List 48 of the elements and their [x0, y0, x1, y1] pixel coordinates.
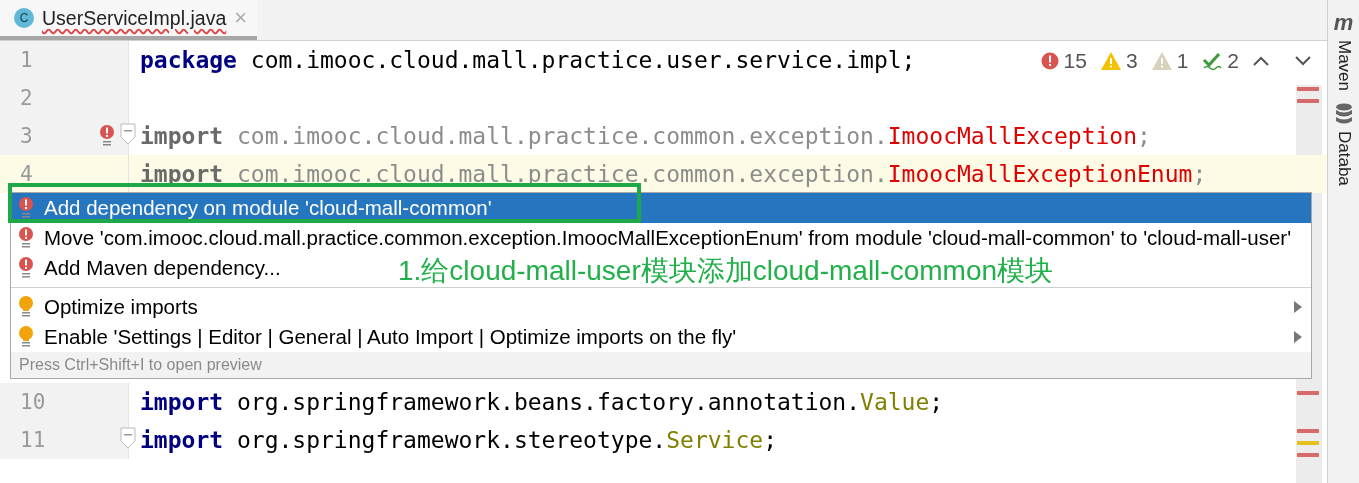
- class-icon: C: [14, 8, 34, 28]
- error-stripe-mark[interactable]: [1297, 453, 1319, 457]
- error-stripe-mark[interactable]: [1297, 441, 1319, 445]
- error-icon: [1040, 52, 1059, 70]
- warning-icon: [1151, 52, 1172, 70]
- tab-title: UserServiceImpl.java: [42, 6, 227, 30]
- error-bulb-icon: [19, 197, 33, 219]
- inspection-count[interactable]: 2: [1202, 49, 1239, 73]
- line-number: 11: [20, 428, 46, 452]
- line-number: 2: [20, 86, 33, 110]
- line-number: 3: [20, 124, 33, 148]
- inspection-count[interactable]: 15: [1040, 49, 1087, 73]
- inspection-count[interactable]: 3: [1100, 49, 1138, 73]
- error-stripe-mark[interactable]: [1297, 391, 1319, 395]
- code-line: import org.springframework.stereotype.Service;: [140, 427, 777, 453]
- code-line: import com.imooc.cloud.mall.practice.common.exception.ImoocMallException;: [140, 123, 1151, 149]
- fold-icon[interactable]: [120, 427, 136, 449]
- code-line: import org.springframework.beans.factory.annotation.Value;: [140, 389, 944, 415]
- warning-icon: [1100, 52, 1121, 70]
- line-number: 1: [20, 48, 33, 72]
- menu-item[interactable]: Add Maven dependency...: [11, 253, 289, 283]
- error-stripe-mark[interactable]: [1297, 429, 1319, 433]
- chevron-up-icon[interactable]: [1253, 56, 1269, 66]
- error-bulb-icon: [19, 257, 33, 279]
- line-number: 10: [20, 390, 46, 414]
- code-line: package com.imooc.cloud.mall.practice.user.service.impl;: [140, 47, 916, 73]
- popup-hint: Press Ctrl+Shift+I to open preview: [11, 352, 1311, 378]
- menu-item[interactable]: Optimize imports: [11, 292, 1311, 322]
- error-stripe-mark[interactable]: [1297, 99, 1319, 103]
- check-icon: [1202, 51, 1223, 71]
- annotation-text: 1.给cloud-mall-user模块添加cloud-mall-common模块: [398, 257, 1054, 285]
- bulb-icon: [19, 296, 33, 318]
- inspection-count[interactable]: 1: [1151, 49, 1189, 73]
- menu-item[interactable]: Move 'com.imooc.cloud.mall.practice.common.exception.ImoocMallExceptionEnum' from module 'cloud-mall-common' to 'cloud-mall-user': [11, 223, 1300, 253]
- line-number: 4: [20, 162, 33, 186]
- error-stripe-mark[interactable]: [1297, 87, 1319, 91]
- menu-item[interactable]: Enable 'Settings | Editor | General | Auto Import | Optimize imports on the fly': [11, 322, 1311, 352]
- chevron-down-icon[interactable]: [1295, 56, 1311, 66]
- code-line: import com.imooc.cloud.mall.practice.common.exception.ImoocMallExceptionEnum;: [140, 161, 1207, 187]
- database-icon[interactable]: [1334, 103, 1353, 126]
- bulb-icon: [19, 326, 33, 348]
- file-tab[interactable]: C UserServiceImpl.java ×: [0, 0, 258, 40]
- error-bulb-icon: [19, 227, 33, 249]
- tool-window-tab[interactable]: Maven: [1333, 40, 1354, 92]
- maven-icon[interactable]: m: [1333, 12, 1354, 34]
- menu-item[interactable]: Add dependency on module 'cloud-mall-common': [11, 193, 1311, 223]
- tool-window-tab[interactable]: Databa: [1333, 131, 1354, 186]
- fold-icon[interactable]: [120, 123, 136, 145]
